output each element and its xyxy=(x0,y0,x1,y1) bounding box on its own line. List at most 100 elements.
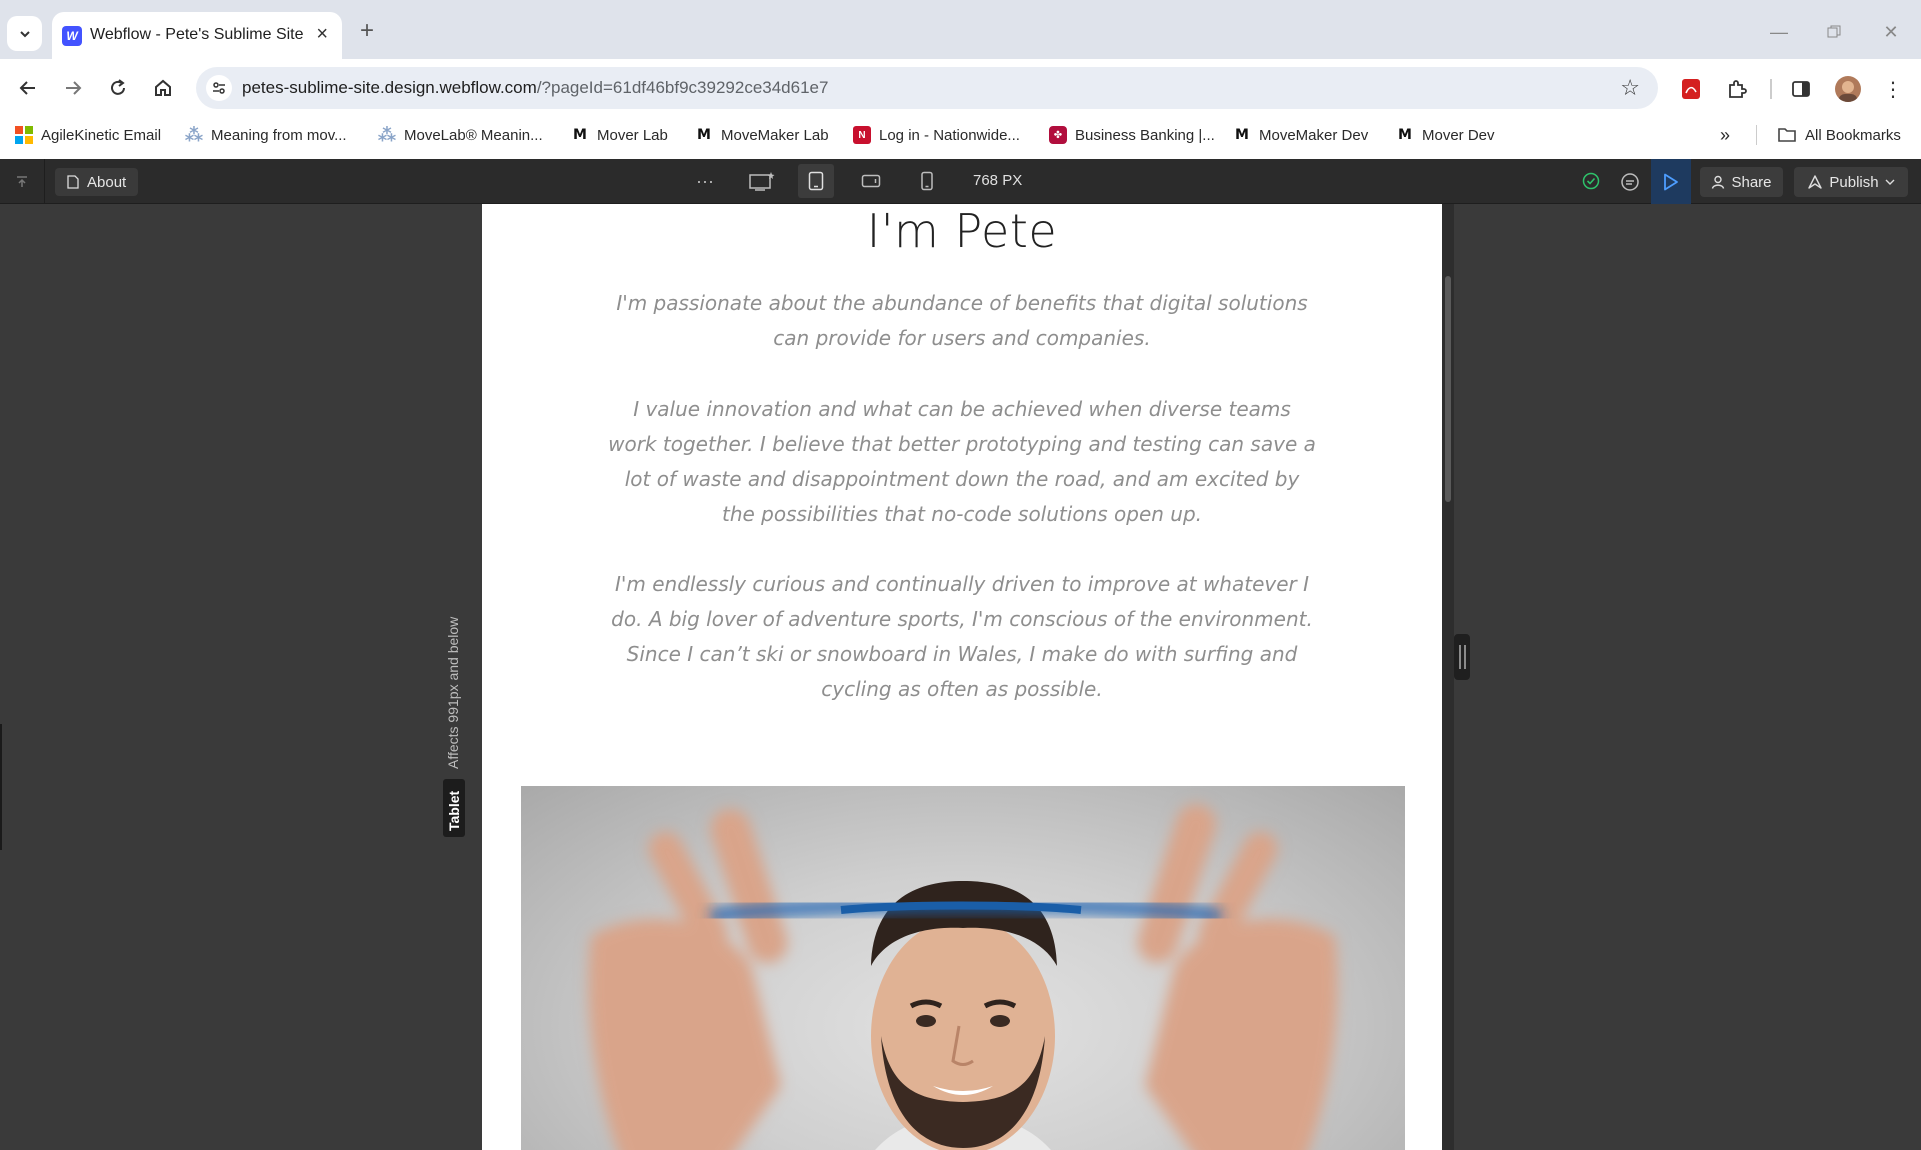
browser-tab-strip: W Webflow - Pete's Sublime Site × + — ✕ xyxy=(0,0,1921,59)
url-text[interactable]: petes-sublime-site.design.webflow.com/?p… xyxy=(242,78,828,98)
m-icon: M xyxy=(697,127,711,143)
portrait-illustration xyxy=(588,804,1338,1150)
mobile-portrait-icon xyxy=(921,171,933,191)
avatar-icon xyxy=(1839,81,1857,102)
more-bookmarks-button[interactable]: » xyxy=(1720,117,1730,153)
more-breakpoints-button[interactable]: ··· xyxy=(687,164,723,198)
m-icon: M xyxy=(573,127,587,143)
browser-toolbar: petes-sublime-site.design.webflow.com/?p… xyxy=(0,59,1921,117)
folder-icon xyxy=(1778,128,1796,142)
canvas-resize-handle[interactable] xyxy=(1454,634,1470,680)
canvas-scrollbar[interactable] xyxy=(1442,204,1454,1150)
restore-window-button[interactable] xyxy=(1819,18,1849,46)
restore-icon xyxy=(1827,25,1841,38)
tab-search-button[interactable] xyxy=(7,16,42,51)
bookmark-movemaker-dev[interactable]: M MoveMaker Dev xyxy=(1233,117,1368,153)
tab-title: Webflow - Pete's Sublime Site xyxy=(90,26,304,43)
collapse-panel-icon[interactable] xyxy=(12,172,32,192)
designer-canvas: Affects 991px and below Tablet I'm Pete … xyxy=(0,204,1921,1150)
arrow-right-icon xyxy=(66,81,82,95)
extensions-puzzle-icon[interactable] xyxy=(1724,76,1750,102)
rocket-icon xyxy=(1808,175,1823,189)
page-preview-frame[interactable]: I'm Pete I'm passionate about the abunda… xyxy=(482,204,1442,1150)
breakpoint-name: Tablet xyxy=(446,790,462,831)
share-label: Share xyxy=(1731,173,1772,191)
tab-close-icon[interactable]: × xyxy=(316,23,328,46)
breakpoint-mobile-landscape-button[interactable] xyxy=(853,164,889,198)
bookmark-label: Mover Lab xyxy=(597,126,668,144)
bookmark-meaning-from-movement[interactable]: ⁂ Meaning from mov... xyxy=(185,117,347,153)
bookmark-label: MoveMaker Lab xyxy=(721,126,829,144)
page-icon xyxy=(67,175,79,189)
bookmark-agilekinetic-email[interactable]: AgileKinetic Email xyxy=(15,117,161,153)
bookmark-label: MoveLab® Meanin... xyxy=(404,126,543,144)
page-name: About xyxy=(87,173,127,191)
side-panel-icon[interactable] xyxy=(1788,76,1814,102)
bookmark-label: Business Banking |... xyxy=(1075,126,1215,144)
profile-avatar[interactable] xyxy=(1835,76,1861,102)
tablet-icon xyxy=(808,171,824,191)
bookmark-label: Log in - Nationwide... xyxy=(879,126,1020,144)
bookmark-star-icon[interactable]: ☆ xyxy=(1620,75,1640,101)
bookmark-movemaker-lab[interactable]: M MoveMaker Lab xyxy=(695,117,829,153)
bookmarks-divider xyxy=(1756,125,1757,145)
breakpoint-mobile-portrait-button[interactable] xyxy=(909,164,945,198)
bookmark-label: MoveMaker Dev xyxy=(1259,126,1369,144)
user-icon xyxy=(1712,175,1725,189)
publish-button[interactable]: Publish xyxy=(1794,167,1908,197)
reload-icon xyxy=(111,79,125,95)
bookmark-label: Mover Dev xyxy=(1422,126,1495,144)
page-selector-button[interactable]: About xyxy=(55,168,139,196)
pdf-extension-icon[interactable] xyxy=(1678,76,1704,102)
bio-paragraph: I'm passionate about the abundance of be… xyxy=(616,291,1308,350)
breakpoint-desktop-base-button[interactable] xyxy=(744,164,780,198)
bio-paragraph: I'm endlessly curious and continually dr… xyxy=(611,572,1313,701)
bank-icon: ✤ xyxy=(1049,126,1067,144)
webflow-top-bar: About ··· 768 PX Share Publish xyxy=(0,159,1921,204)
page-title: I'm Pete xyxy=(866,204,1058,258)
preview-button[interactable] xyxy=(1651,159,1691,204)
play-icon xyxy=(1664,173,1678,190)
forward-button[interactable] xyxy=(56,71,90,105)
publish-label: Publish xyxy=(1829,173,1879,191)
bookmark-business-banking[interactable]: ✤ Business Banking |... xyxy=(1049,117,1215,153)
home-icon xyxy=(155,79,171,96)
bookmark-mover-lab[interactable]: M Mover Lab xyxy=(571,117,668,153)
address-bar[interactable]: petes-sublime-site.design.webflow.com/?p… xyxy=(196,67,1658,109)
breakpoint-indicator: Affects 991px and below Tablet xyxy=(443,401,465,843)
close-window-button[interactable]: ✕ xyxy=(1876,18,1906,46)
all-bookmarks-label: All Bookmarks xyxy=(1805,126,1901,144)
scrollbar-thumb[interactable] xyxy=(1445,276,1451,502)
breakpoint-note: Affects 991px and below xyxy=(445,616,461,769)
canvas-left-edge xyxy=(0,724,2,850)
browser-menu-icon[interactable]: ⋮ xyxy=(1880,76,1906,102)
bookmark-mover-dev[interactable]: M Mover Dev xyxy=(1396,117,1495,153)
browser-tab-active[interactable]: W Webflow - Pete's Sublime Site × xyxy=(52,12,342,59)
share-button[interactable]: Share xyxy=(1700,167,1783,197)
microsoft-icon xyxy=(15,126,33,144)
breakpoint-tablet-button[interactable] xyxy=(798,164,834,198)
url-path: /?pageId=61df46bf9c39292ce34d61e7 xyxy=(536,78,829,97)
bookmark-nationwide[interactable]: N Log in - Nationwide... xyxy=(853,117,1020,153)
reload-button[interactable] xyxy=(101,71,135,105)
desktop-star-icon xyxy=(749,172,775,191)
bookmarks-bar: AgileKinetic Email ⁂ Meaning from mov...… xyxy=(0,117,1921,159)
bookmark-movelab-meaning[interactable]: ⁂ MoveLab® Meanin... xyxy=(378,117,543,153)
webflow-favicon-icon: W xyxy=(62,26,82,46)
movelab-icon: ⁂ xyxy=(377,124,397,145)
m-icon: M xyxy=(1235,127,1249,143)
comments-icon[interactable] xyxy=(1618,170,1642,194)
back-button[interactable] xyxy=(11,71,45,105)
home-button[interactable] xyxy=(146,71,180,105)
all-bookmarks-button[interactable]: All Bookmarks xyxy=(1777,117,1901,153)
minimize-window-button[interactable]: — xyxy=(1764,18,1794,46)
nationwide-icon: N xyxy=(853,126,871,144)
bookmark-label: Meaning from mov... xyxy=(211,126,347,144)
new-tab-button[interactable]: + xyxy=(353,17,381,45)
movelab-icon: ⁂ xyxy=(184,124,204,145)
portrait-photo xyxy=(521,786,1405,1150)
site-status-check-icon[interactable] xyxy=(1580,170,1602,192)
bio-paragraph: I value innovation and what can be achie… xyxy=(608,397,1316,526)
site-info-button[interactable] xyxy=(206,75,232,101)
canvas-width-readout[interactable]: 768 PX xyxy=(973,172,1022,189)
